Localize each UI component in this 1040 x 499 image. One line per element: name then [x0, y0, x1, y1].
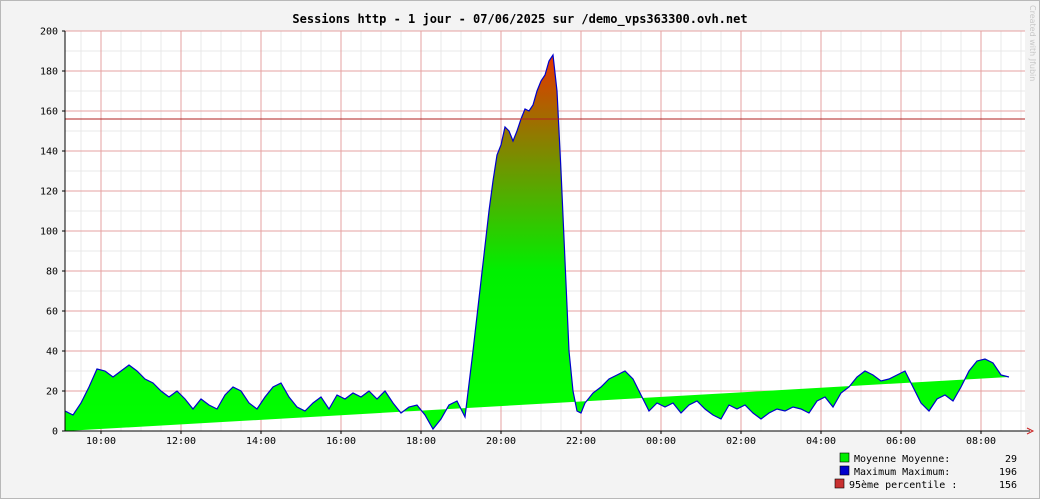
y-tick-label: 100: [40, 227, 58, 238]
y-tick-label: 0: [52, 427, 58, 438]
chart: Sessions http - 1 jour - 07/06/2025 sur …: [40, 5, 1037, 491]
x-tick-label: 18:00: [406, 436, 436, 447]
x-tick-label: 16:00: [326, 436, 356, 447]
x-tick-label: 10:00: [86, 436, 116, 447]
x-tick-label: 08:00: [966, 436, 996, 447]
y-tick-label: 40: [46, 347, 58, 358]
x-axis: 10:00 12:00 14:00 16:00 18:00 20:00 22:00 00:00…: [86, 431, 996, 447]
legend-swatch-moyenne: [839, 452, 850, 463]
legend-value-maximum: 196: [999, 467, 1017, 478]
legend-label-maximum: Maximum Maximum:: [854, 467, 950, 478]
y-tick-label: 140: [40, 147, 58, 158]
x-tick-label: 00:00: [646, 436, 676, 447]
y-axis: 0 20 40 60 80 100 120 140 160 180 200: [40, 27, 65, 438]
y-tick-label: 60: [46, 307, 58, 318]
legend-value-percentile: 156: [999, 480, 1017, 491]
x-tick-label: 02:00: [726, 436, 756, 447]
y-tick-label: 20: [46, 387, 58, 398]
legend-value-moyenne: 29: [1005, 454, 1017, 465]
x-tick-label: 04:00: [806, 436, 836, 447]
legend: Moyenne Moyenne: 29 Maximum Maximum: 196…: [834, 452, 1017, 491]
y-tick-label: 180: [40, 67, 58, 78]
legend-swatch-percentile: [834, 478, 845, 489]
y-tick-label: 120: [40, 187, 58, 198]
watermark: Created with Jfubin: [1028, 5, 1037, 81]
y-tick-label: 80: [46, 267, 58, 278]
y-tick-label: 200: [40, 27, 58, 38]
legend-label-percentile: 95ème percentile :: [849, 479, 957, 491]
chart-title: Sessions http - 1 jour - 07/06/2025 sur …: [292, 12, 747, 27]
x-tick-label: 14:00: [246, 436, 276, 447]
x-tick-label: 12:00: [166, 436, 196, 447]
x-tick-label: 20:00: [486, 436, 516, 447]
x-tick-label: 22:00: [566, 436, 596, 447]
x-tick-label: 06:00: [886, 436, 916, 447]
y-tick-label: 160: [40, 107, 58, 118]
legend-label-moyenne: Moyenne Moyenne:: [854, 454, 950, 465]
legend-swatch-maximum: [839, 465, 850, 476]
